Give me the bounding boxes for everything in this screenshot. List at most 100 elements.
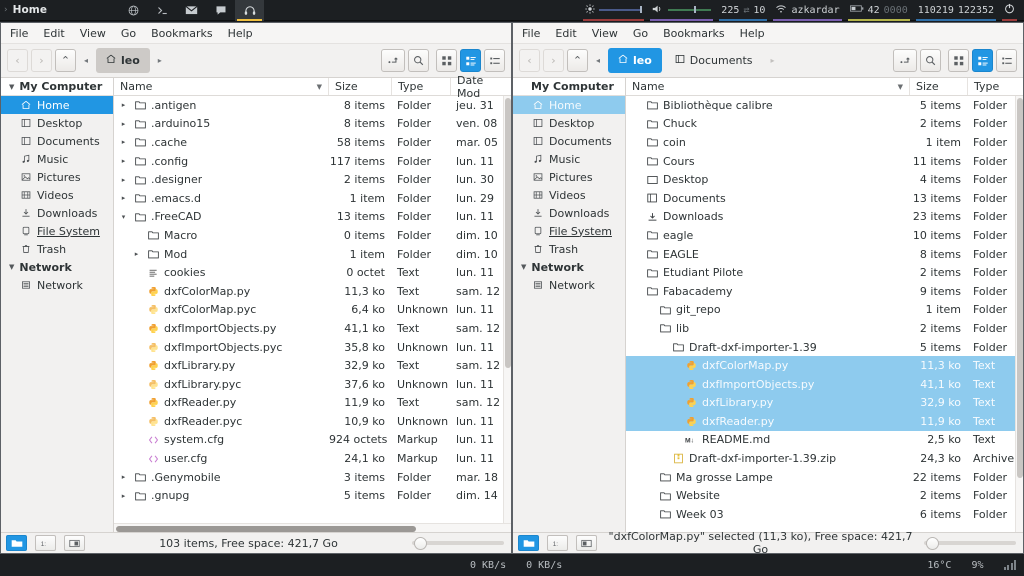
forward-button[interactable]: › <box>543 49 564 72</box>
table-row[interactable]: dxfColorMap.py 11,3 ko Text sam. 12 <box>114 282 511 301</box>
table-row[interactable]: Draft-dxf-importer-1.39 5 items Folder <box>626 338 1023 357</box>
table-row[interactable]: eagle 10 items Folder <box>626 226 1023 245</box>
table-row[interactable]: Desktop 4 items Folder <box>626 170 1023 189</box>
battery-indicator[interactable]: 42 0000 <box>845 0 913 21</box>
power-button[interactable] <box>999 0 1020 21</box>
table-row[interactable]: Etudiant Pilote 2 items Folder <box>626 263 1023 282</box>
breadcrumb-leo[interactable]: leo <box>96 48 150 73</box>
sidebar-item-trash[interactable]: Trash <box>513 240 625 258</box>
table-row[interactable]: dxfImportObjects.py 41,1 ko Text <box>626 374 1023 394</box>
view-details-button[interactable] <box>972 49 993 72</box>
menu-edit[interactable]: Edit <box>41 26 66 41</box>
vertical-scrollbar-left[interactable] <box>503 96 511 523</box>
breadcrumb-documents[interactable]: Documents <box>665 48 763 73</box>
chevron-right-icon[interactable]: ▸ <box>131 250 142 258</box>
sidebar-group-network[interactable]: ▼ Network <box>1 258 113 276</box>
menu-view[interactable]: View <box>78 26 108 41</box>
view-compact-button[interactable] <box>996 49 1017 72</box>
sidebar-item-videos[interactable]: Videos <box>513 186 625 204</box>
table-row[interactable]: ▸ .antigen 8 items Folder jeu. 31 <box>114 96 511 115</box>
zoom-slider-left[interactable] <box>412 535 504 551</box>
menu-file[interactable]: File <box>520 26 542 41</box>
table-row[interactable]: ▸ .cache 58 items Folder mar. 05 <box>114 133 511 152</box>
table-row[interactable]: dxfLibrary.py 32,9 ko Text sam. 12 <box>114 356 511 375</box>
column-header-type[interactable]: Type <box>968 78 1023 95</box>
sidebar-item-documents[interactable]: Documents <box>1 132 113 150</box>
column-header-name[interactable]: Name ▼ <box>114 78 329 95</box>
file-rows-left[interactable]: ▸ .antigen 8 items Folder jeu. 31 ▸ .arduino15… <box>114 96 511 523</box>
table-row[interactable]: Downloads 23 items Folder <box>626 208 1023 227</box>
table-row[interactable]: dxfColorMap.pyc 6,4 ko Unknown lun. 11 <box>114 301 511 320</box>
toggle-pane-button[interactable] <box>64 535 85 551</box>
breadcrumb-prev-icon[interactable]: ◂ <box>79 49 93 72</box>
sidebar-group-my-computer[interactable]: My Computer <box>513 78 625 96</box>
sidebar-item-videos[interactable]: Videos <box>1 186 113 204</box>
chevron-right-icon[interactable]: ▸ <box>118 138 129 146</box>
menu-help[interactable]: Help <box>226 26 255 41</box>
sidebar-item-documents[interactable]: Documents <box>513 132 625 150</box>
open-folder-button[interactable] <box>518 535 539 551</box>
chevron-right-icon[interactable]: ▸ <box>118 492 129 500</box>
file-rows-right[interactable]: Bibliothèque calibre 5 items Folder Chuck 2 … <box>626 96 1023 532</box>
table-row[interactable]: Macro 0 items Folder dim. 10 <box>114 226 511 245</box>
view-icons-button[interactable] <box>948 49 969 72</box>
up-button[interactable]: ⌃ <box>567 49 588 72</box>
table-row[interactable]: EAGLE 8 items Folder <box>626 245 1023 264</box>
sidebar-item-trash[interactable]: Trash <box>1 240 113 258</box>
table-row[interactable]: Website 2 items Folder <box>626 486 1023 505</box>
sidebar-item-pictures[interactable]: Pictures <box>513 168 625 186</box>
sidebar-item-downloads[interactable]: Downloads <box>513 204 625 222</box>
sidebar-item-network[interactable]: Network <box>1 276 113 294</box>
mail-icon[interactable] <box>177 0 206 21</box>
search-icon[interactable] <box>920 49 941 72</box>
table-row[interactable]: git_repo 1 item Folder <box>626 301 1023 320</box>
view-details-button[interactable] <box>460 49 481 72</box>
table-row[interactable]: ▸ .designer 2 items Folder lun. 30 <box>114 170 511 189</box>
wifi-indicator[interactable]: azkardar <box>770 0 844 21</box>
menu-go[interactable]: Go <box>119 26 138 41</box>
menu-view[interactable]: View <box>590 26 620 41</box>
menu-edit[interactable]: Edit <box>553 26 578 41</box>
chevron-right-icon[interactable]: ▸ <box>118 194 129 202</box>
breadcrumb-prev-icon[interactable]: ◂ <box>591 49 605 72</box>
chevron-right-icon[interactable]: ▸ <box>118 101 129 109</box>
sidebar-group-network[interactable]: ▼ Network <box>513 258 625 276</box>
system-monitor[interactable]: 225 ⇄ 10 <box>716 0 770 21</box>
up-button[interactable]: ⌃ <box>55 49 76 72</box>
horizontal-scrollbar-left[interactable] <box>114 523 511 532</box>
breadcrumb-leo[interactable]: leo <box>608 48 662 73</box>
column-header-size[interactable]: Size <box>329 78 392 95</box>
chevron-right-icon[interactable]: ▸ <box>118 157 129 165</box>
sidebar-item-music[interactable]: Music <box>513 150 625 168</box>
table-row[interactable]: ▸ .gnupg 5 items Folder dim. 14 <box>114 486 511 505</box>
chevron-down-icon[interactable]: ▾ <box>118 213 129 221</box>
column-header-type[interactable]: Type <box>392 78 451 95</box>
menu-go[interactable]: Go <box>631 26 650 41</box>
taskbar-window-list[interactable]: › Home <box>0 0 47 21</box>
table-row[interactable]: ▸ .emacs.d 1 item Folder lun. 29 <box>114 189 511 208</box>
table-row[interactable]: lib 2 items Folder <box>626 319 1023 338</box>
chevron-right-icon[interactable]: ▸ <box>118 176 129 184</box>
view-compact-button[interactable] <box>484 49 505 72</box>
zoom-ratio-button[interactable]: 1: <box>35 535 56 551</box>
vertical-scrollbar-right[interactable] <box>1015 96 1023 532</box>
table-row[interactable]: Documents 13 items Folder <box>626 189 1023 208</box>
table-row[interactable]: Cours 11 items Folder <box>626 152 1023 171</box>
sidebar-item-pictures[interactable]: Pictures <box>1 168 113 186</box>
brightness-slider[interactable] <box>580 0 647 21</box>
open-folder-button[interactable] <box>6 535 27 551</box>
table-row[interactable]: Draft-dxf-importer-1.39.zip 24,3 ko Archiv… <box>626 449 1023 468</box>
table-row[interactable]: dxfImportObjects.pyc 35,8 ko Unknown lun. 1… <box>114 338 511 357</box>
table-row[interactable]: Bibliothèque calibre 5 items Folder <box>626 96 1023 115</box>
view-icons-button[interactable] <box>436 49 457 72</box>
sidebar-item-file-system[interactable]: File System <box>513 222 625 240</box>
menu-bookmarks[interactable]: Bookmarks <box>149 26 214 41</box>
globe-icon[interactable] <box>119 0 148 21</box>
brightness-track[interactable] <box>599 6 643 14</box>
sidebar-item-home[interactable]: Home <box>1 96 113 114</box>
table-row[interactable]: M↓ README.md 2,5 ko Text <box>626 431 1023 450</box>
table-row[interactable]: coin 1 item Folder <box>626 133 1023 152</box>
sidebar-item-desktop[interactable]: Desktop <box>513 114 625 132</box>
sidebar-item-music[interactable]: Music <box>1 150 113 168</box>
menu-help[interactable]: Help <box>738 26 767 41</box>
